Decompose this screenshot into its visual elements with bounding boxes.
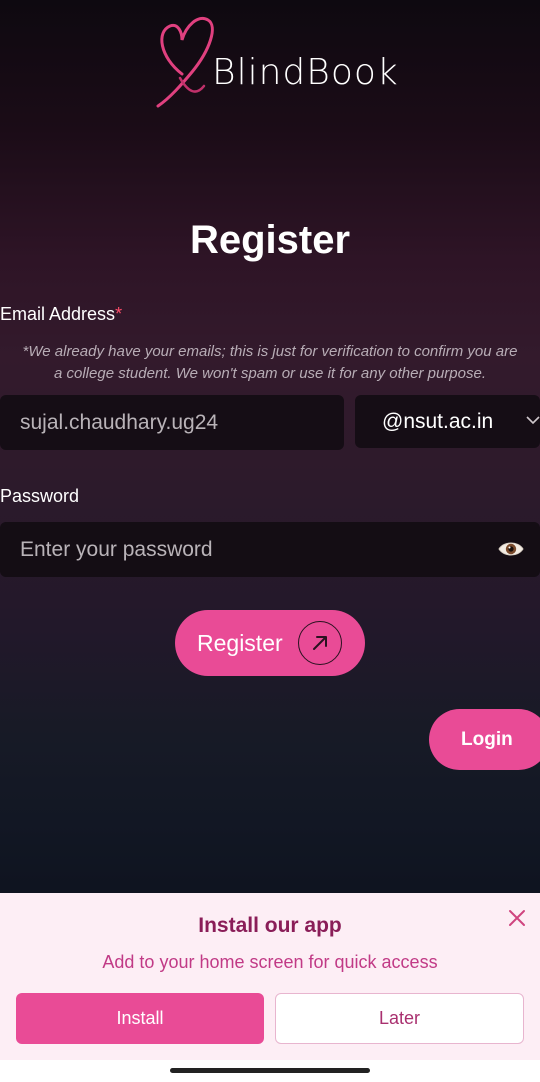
page-title: Register: [189, 218, 351, 262]
password-placeholder: Enter your password: [20, 537, 213, 561]
app-logo: BlindBook: [152, 12, 398, 112]
email-label: Email Address*: [0, 304, 122, 325]
register-button-label: Register: [197, 629, 283, 656]
later-button-label: Later: [378, 1008, 421, 1028]
install-button[interactable]: Install: [16, 993, 264, 1044]
close-icon[interactable]: [508, 909, 526, 927]
install-subtitle: Add to your home screen for quick access: [102, 952, 438, 972]
email-domain-value: @nsut.ac.in: [382, 409, 494, 433]
email-note: *We already have your emails; this is ju…: [22, 343, 518, 382]
app-name: BlindBook: [212, 52, 399, 93]
install-app-banner: Install our app Add to your home screen …: [0, 893, 540, 1060]
login-button[interactable]: Login: [429, 709, 540, 770]
email-username-input[interactable]: sujal.chaudhary.ug24: [0, 395, 344, 450]
system-nav-bar: [0, 1060, 540, 1082]
required-mark: *: [115, 304, 123, 324]
login-button-label: Login: [461, 728, 513, 750]
email-label-text: Email Address: [0, 304, 116, 324]
password-label: Password: [0, 486, 80, 506]
install-title: Install our app: [198, 914, 342, 937]
install-button-label: Install: [116, 1008, 164, 1028]
arrow-up-right-icon: [298, 621, 342, 665]
password-input[interactable]: Enter your password: [0, 522, 540, 577]
email-username-value: sujal.chaudhary.ug24: [20, 410, 219, 434]
eye-icon[interactable]: [498, 538, 524, 560]
home-indicator[interactable]: [170, 1068, 370, 1073]
chevron-down-icon: [526, 416, 540, 425]
register-button[interactable]: Register: [175, 610, 365, 676]
later-button[interactable]: Later: [275, 993, 524, 1044]
email-domain-select[interactable]: @nsut.ac.in: [355, 395, 540, 448]
